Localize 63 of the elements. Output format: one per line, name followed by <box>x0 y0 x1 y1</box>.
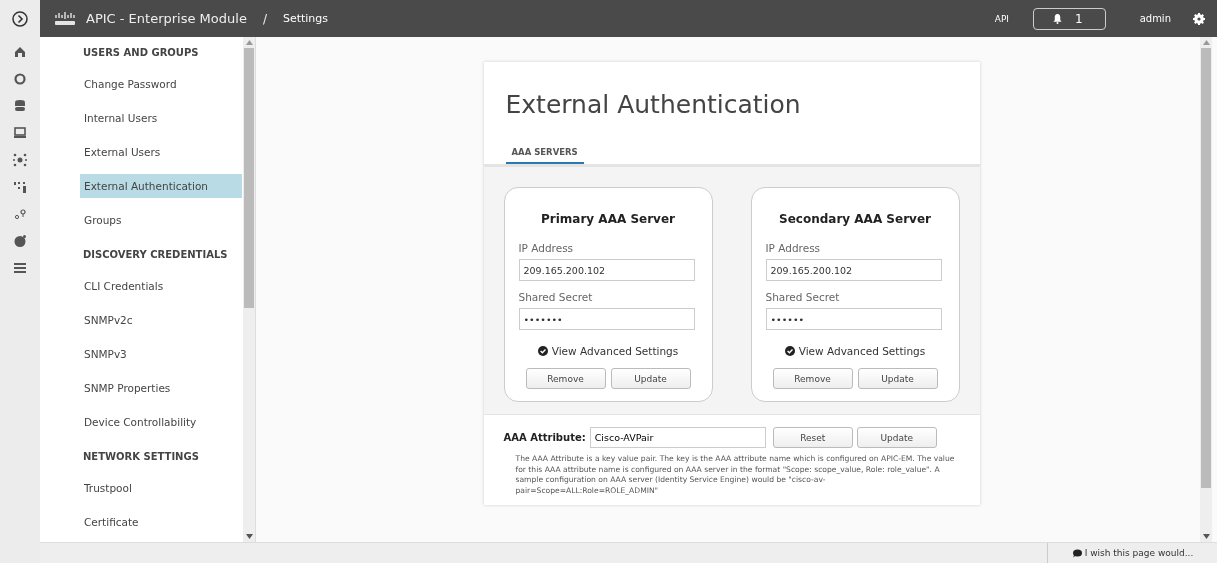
tab[interactable]: AAA SERVERS <box>505 143 584 164</box>
sidebar-item[interactable]: External Users <box>40 135 242 169</box>
section-heading: NETWORK SETTINGS <box>82 450 200 464</box>
advanced-settings-link[interactable]: View Advanced Settings <box>531 344 685 358</box>
action-button[interactable]: Update <box>610 368 691 389</box>
settings-icon[interactable] <box>1193 12 1205 25</box>
api-link[interactable]: API <box>994 13 1009 24</box>
home-icon[interactable] <box>13 45 27 59</box>
action-button[interactable]: Update <box>857 368 938 389</box>
advanced-settings-link[interactable]: View Advanced Settings <box>778 344 932 358</box>
sidebar-item[interactable]: External Authentication <box>80 174 242 198</box>
sidebar-item[interactable]: Change Password <box>40 67 242 101</box>
database-icon[interactable] <box>13 99 27 113</box>
cookie-icon[interactable] <box>13 234 27 248</box>
sidebar-item[interactable]: Device Controllability <box>40 405 242 439</box>
sidebar-item[interactable]: CLI Credentials <box>40 269 242 303</box>
server-title: Secondary AAA Server <box>778 212 932 226</box>
action-button[interactable]: Update <box>856 427 937 448</box>
attribute-label: AAA Attribute: <box>503 432 586 443</box>
check-circle-icon <box>784 346 795 356</box>
field-label: IP Address <box>518 242 575 254</box>
sidebar-item[interactable]: SNMPv3 <box>40 337 242 371</box>
topology-icon[interactable] <box>13 180 27 194</box>
check-circle-icon <box>537 346 548 356</box>
sidebar-item[interactable]: SNMP Properties <box>40 371 242 405</box>
server-title: Primary AAA Server <box>540 212 676 226</box>
ip-address-field[interactable]: 209.165.200.102 <box>518 259 695 281</box>
field-label: Shared Secret <box>765 291 841 303</box>
sliders-icon[interactable] <box>13 261 27 275</box>
breadcrumb-separator: / <box>261 11 268 26</box>
sidebar-item[interactable]: SNMPv2c <box>40 303 242 337</box>
attribute-field[interactable]: Cisco-AVPair <box>589 427 766 448</box>
section-heading: USERS AND GROUPS <box>82 46 200 60</box>
expand-icon[interactable] <box>12 10 28 27</box>
sidebar-item[interactable]: Groups <box>40 203 242 237</box>
scrollbar[interactable] <box>243 37 255 542</box>
section-heading: DISCOVERY CREDENTIALS <box>82 248 229 262</box>
location-icon[interactable] <box>13 207 27 221</box>
scroll-down-icon[interactable] <box>245 534 253 539</box>
network-icon[interactable] <box>13 153 27 167</box>
scroll-down-icon[interactable] <box>1202 534 1210 539</box>
shared-secret-field[interactable]: •••••• <box>765 308 942 330</box>
ring-icon[interactable] <box>13 72 27 86</box>
field-label: Shared Secret <box>518 291 594 303</box>
panel-title: External Authentication <box>505 90 802 119</box>
sidebar-item[interactable]: Trustpool <box>40 471 242 505</box>
page-title: Settings <box>282 12 329 25</box>
ip-address-field[interactable]: 209.165.200.102 <box>765 259 942 281</box>
laptop-icon[interactable] <box>13 126 27 140</box>
action-button[interactable]: Remove <box>525 368 606 389</box>
field-label: IP Address <box>765 242 822 254</box>
shared-secret-field[interactable]: ••••••• <box>518 308 695 330</box>
action-button[interactable]: Reset <box>772 427 853 448</box>
logo-icon <box>54 11 76 26</box>
action-button[interactable]: Remove <box>772 368 853 389</box>
user-name[interactable]: admin <box>1139 13 1171 24</box>
notifications-button[interactable]: 1 <box>1033 7 1106 30</box>
bell-icon <box>1052 13 1063 24</box>
sidebar-item[interactable]: Internal Users <box>40 101 242 135</box>
scrollbar[interactable] <box>1200 37 1212 542</box>
product-title: APIC - Enterprise Module <box>86 11 247 26</box>
speech-bubble-icon <box>1071 548 1082 558</box>
sidebar-item[interactable]: Certificate <box>40 505 242 539</box>
